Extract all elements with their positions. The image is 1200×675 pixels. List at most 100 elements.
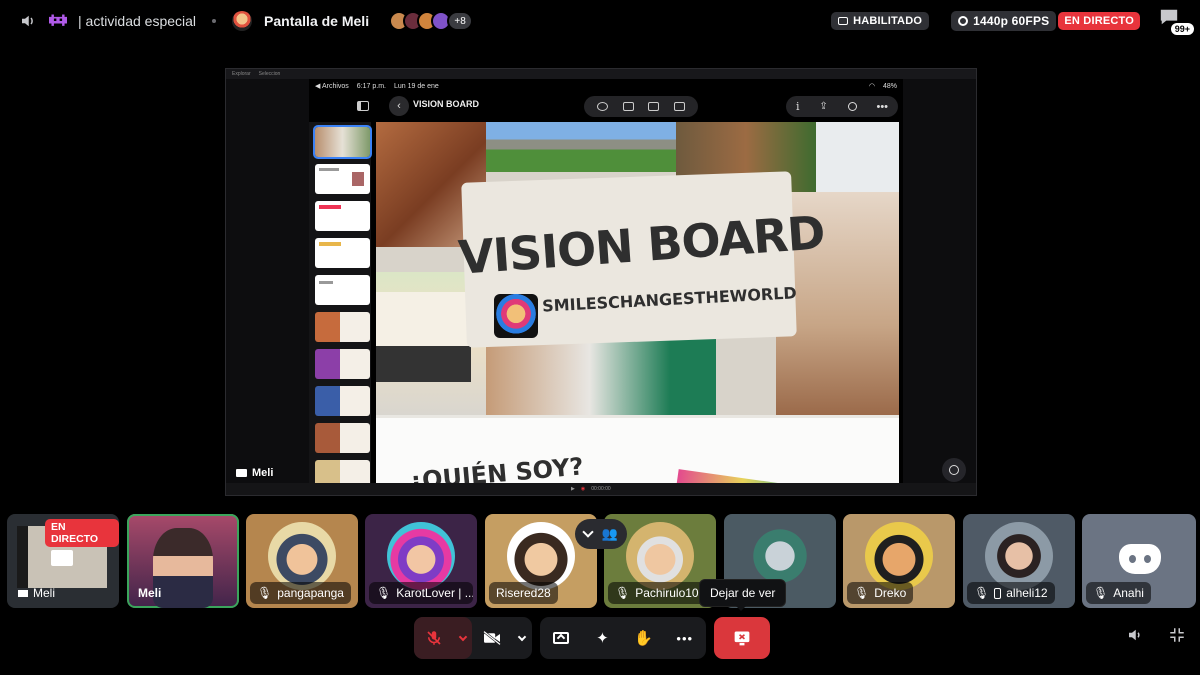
- avatar: [507, 522, 575, 590]
- muted-icon: 🎙︎: [974, 586, 990, 600]
- participant-name: Risered28: [489, 582, 558, 604]
- room-photo: [486, 337, 716, 415]
- separator-dot: [212, 19, 217, 23]
- screen-share-view[interactable]: Explorar Seleccion ◀ Archivos 6:17 p.m. …: [225, 68, 977, 496]
- strip-label: Seleccion: [258, 71, 281, 77]
- participant-name: 🎙︎ Pachirulo10: [608, 582, 706, 604]
- mic-options-button[interactable]: [454, 617, 472, 659]
- info-icon: i: [795, 100, 800, 113]
- camera-button[interactable]: [472, 617, 512, 659]
- participant-tile[interactable]: 🎙︎ pangapanga: [246, 514, 358, 608]
- exit-fullscreen-icon[interactable]: [1168, 626, 1186, 644]
- back-icon: ‹: [389, 96, 409, 116]
- chat-button[interactable]: 99+: [1158, 7, 1194, 35]
- muted-icon: 🎙︎: [854, 586, 870, 600]
- live-badge-tile: EN DIRECTO: [45, 519, 119, 547]
- ipad-status-bar: ◀ Archivos 6:17 p.m. Lun 19 de ene ◠ 48%: [309, 79, 903, 93]
- chevron-down-icon: [582, 526, 594, 538]
- muted-icon: 🎙︎: [615, 586, 631, 600]
- play-icon: ▶: [571, 486, 575, 492]
- screen-share-icon: [51, 550, 73, 566]
- status-time: 6:17 p.m.: [356, 82, 386, 90]
- volume-icon[interactable]: [1126, 626, 1144, 644]
- notification-count: 99+: [1170, 23, 1194, 35]
- window-controls: [1126, 626, 1186, 644]
- tool-group: [584, 96, 698, 117]
- people-icon: 👥: [601, 526, 618, 541]
- avatar: [985, 522, 1053, 590]
- creator-avatar: [494, 294, 538, 338]
- participant-name: Meli: [11, 582, 62, 604]
- thumbnail: [315, 275, 370, 305]
- leave-tooltip: Dejar de ver: [700, 580, 786, 611]
- enabled-label: HABILITADO: [853, 15, 923, 27]
- share-screen-icon: [553, 632, 570, 644]
- participant-name: 🎙︎ Anahi: [1086, 582, 1151, 604]
- zoom-button[interactable]: [942, 458, 966, 482]
- share-icon: ⇪: [819, 101, 828, 112]
- name-text: Meli: [138, 586, 162, 600]
- streamer-avatar: [232, 11, 253, 31]
- participant-tile-meli[interactable]: Meli: [127, 514, 239, 608]
- screen-icon: [236, 469, 247, 477]
- highlighter-icon: [622, 102, 634, 111]
- participant-name: 🎙︎ KarotLover | ...: [369, 582, 473, 604]
- slide-canvas: VISION BOARD SMILESCHANGESTHEWORLD ¿QUIÉ…: [376, 122, 899, 495]
- channel-name[interactable]: | actividad especial: [78, 13, 196, 29]
- lasso-icon: [673, 102, 685, 111]
- soundboard-button[interactable]: ✋: [624, 617, 664, 659]
- laptop-photo: [376, 292, 471, 382]
- screen-icon: [18, 589, 28, 597]
- muted-icon: 🎙︎: [257, 586, 273, 600]
- thumbnail: [315, 386, 370, 416]
- name-text: KarotLover | ...: [396, 586, 473, 600]
- quality-badge: 1440p 60FPS: [951, 11, 1057, 31]
- name-text: Risered28: [496, 586, 551, 600]
- name-text: Meli: [33, 586, 56, 600]
- name-text: Anahi: [1113, 586, 1144, 600]
- thumbnail: [315, 164, 370, 194]
- name-text: pangapanga: [277, 586, 344, 600]
- stop-watching-button[interactable]: [714, 617, 770, 659]
- speaker-icon[interactable]: [18, 11, 38, 31]
- activity-controls: ✦ ✋ •••: [540, 617, 706, 659]
- participant-tile[interactable]: 🎙︎ Anahi: [1082, 514, 1196, 608]
- thumbnail: [315, 423, 370, 453]
- muted-icon: 🎙︎: [376, 586, 392, 600]
- avatar: [626, 522, 694, 590]
- voice-controls: [414, 617, 532, 659]
- more-options-button[interactable]: •••: [665, 617, 705, 659]
- thumbnail: [315, 238, 370, 268]
- camera-enabled-badge: HABILITADO: [831, 12, 930, 30]
- ipad-toolbar: ‹ VISION BOARD i ⇪ •••: [309, 93, 903, 119]
- stream-owner-label: Meli: [236, 467, 273, 479]
- name-text: Dreko: [874, 586, 907, 600]
- hd-icon: [958, 16, 969, 26]
- camera-off-icon: [483, 630, 501, 646]
- more-icon: •••: [876, 100, 889, 113]
- mobile-icon: [994, 587, 1002, 599]
- soundboard-icon: ✋: [634, 630, 653, 647]
- name-text: alheli12: [1006, 586, 1048, 600]
- status-date: Lun 19 de ene: [393, 82, 439, 90]
- camera-options-button[interactable]: [512, 617, 532, 659]
- participant-tile[interactable]: 🎙︎ alheli12: [963, 514, 1075, 608]
- back-to-files: ◀ Archivos: [315, 83, 349, 90]
- mute-button[interactable]: [414, 617, 454, 659]
- participant-tile-stream[interactable]: EN DIRECTO Meli: [7, 514, 119, 608]
- participant-tile[interactable]: 🎙︎ Dreko: [843, 514, 955, 608]
- participant-name: 🎙︎ alheli12: [967, 582, 1055, 604]
- participant-tile[interactable]: 🎙︎ KarotLover | ...: [365, 514, 477, 608]
- mic-muted-icon: [427, 631, 441, 645]
- collapse-participants-button[interactable]: 👥: [575, 519, 627, 549]
- record-icon: ◉: [580, 486, 586, 492]
- stream-top-strip: Explorar Seleccion: [226, 69, 976, 79]
- stream-bottom-strip: ▶ ◉ 00:00:00: [226, 483, 976, 495]
- tool-group-right: i ⇪ •••: [786, 96, 898, 117]
- viewer-avatars[interactable]: +8: [389, 11, 474, 31]
- activities-button[interactable]: ✦: [582, 617, 622, 659]
- share-screen-button[interactable]: [541, 617, 581, 659]
- activities-icon: ✦: [596, 630, 609, 647]
- strip-label: Explorar: [232, 71, 251, 77]
- quality-label: 1440p 60FPS: [973, 14, 1050, 28]
